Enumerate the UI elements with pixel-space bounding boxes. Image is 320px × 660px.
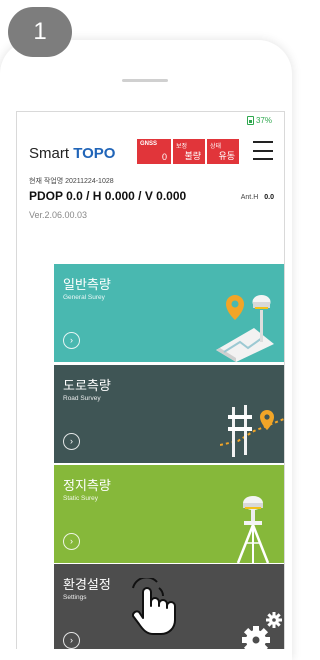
- correction-badge-value: 불량: [184, 151, 201, 161]
- gps-receiver-map-pin-icon: [216, 295, 274, 362]
- hamburger-menu-icon[interactable]: [253, 141, 273, 160]
- phone-speaker: [122, 79, 168, 82]
- tripod-receiver-icon: [236, 496, 270, 563]
- gnss-status-badge[interactable]: GNSS 0: [137, 139, 171, 164]
- app-title-accent: TOPO: [73, 145, 116, 162]
- tile-title: 일반측량: [63, 277, 111, 292]
- tile-title: 도로측량: [63, 378, 111, 393]
- status-bar: 37%: [246, 116, 272, 125]
- chevron-right-icon[interactable]: ›: [63, 533, 80, 550]
- tile-subtitle: Road Survey: [63, 395, 101, 402]
- road-guardrail-pin-icon: [220, 405, 284, 457]
- chevron-right-icon[interactable]: ›: [63, 332, 80, 349]
- gear-icon: [242, 612, 282, 649]
- fix-state-badge[interactable]: 상태 유동: [207, 139, 239, 164]
- static-survey-tile[interactable]: 정지측량 Static Surey ›: [54, 465, 284, 563]
- battery-icon: [246, 116, 254, 125]
- chevron-right-icon[interactable]: ›: [63, 433, 80, 450]
- tap-hand-icon: [131, 578, 176, 635]
- tile-subtitle: General Surey: [63, 294, 105, 301]
- current-job-label: 현재 작업명 20211224-1028: [29, 178, 114, 185]
- battery-level: 37%: [255, 116, 272, 125]
- antenna-height-label: Ant.H: [240, 194, 259, 201]
- dop-readout: PDOP 0.0 / H 0.000 / V 0.000: [29, 189, 187, 203]
- state-badge-value: 유동: [218, 151, 235, 161]
- app-version: Ver.2.06.00.03: [29, 210, 88, 220]
- tile-subtitle: Static Surey: [63, 495, 99, 502]
- tile-subtitle: Settings: [63, 594, 87, 601]
- tile-title: 환경설정: [63, 577, 111, 592]
- correction-status-badge[interactable]: 보정 불량: [173, 139, 205, 164]
- general-survey-tile[interactable]: 일반측량 General Surey ›: [54, 264, 284, 362]
- app-screen: 37% Smart TOPO GNSS 0 보정 불량 상태 유동 현재 작업명…: [16, 111, 285, 649]
- antenna-height: Ant.H 0.0: [241, 194, 274, 201]
- app-title: Smart TOPO: [29, 145, 115, 162]
- gnss-badge-value: 0: [161, 152, 167, 162]
- step-number-badge: 1: [8, 7, 72, 57]
- tile-title: 정지측량: [63, 478, 111, 493]
- road-survey-tile[interactable]: 도로측량 Road Survey ›: [54, 365, 284, 463]
- chevron-right-icon[interactable]: ›: [63, 632, 80, 649]
- antenna-height-value: 0.0: [264, 194, 274, 201]
- app-title-prefix: Smart: [29, 145, 74, 162]
- gnss-badge-label: GNSS: [140, 141, 158, 147]
